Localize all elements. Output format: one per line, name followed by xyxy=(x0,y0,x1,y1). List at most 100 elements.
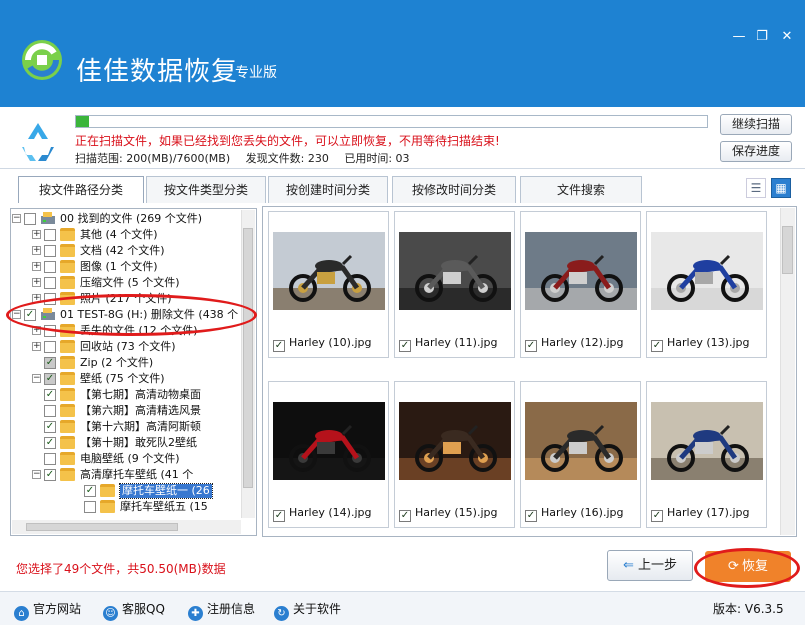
tree-checkbox[interactable]: ✓ xyxy=(44,421,56,433)
thumbnail-caption: ✓ Harley (13).jpg xyxy=(651,336,749,352)
file-checkbox[interactable]: ✓ xyxy=(273,510,285,522)
collapse-icon[interactable]: − xyxy=(12,214,21,223)
thumbnail-card[interactable]: ✓ Harley (15).jpg xyxy=(394,381,515,528)
thumbnail-card[interactable]: ✓ Harley (10).jpg xyxy=(268,211,389,358)
tree-checkbox[interactable] xyxy=(84,501,96,513)
gallery-scroll-thumb[interactable] xyxy=(782,226,793,274)
tree-checkbox[interactable] xyxy=(44,341,56,353)
collapse-icon[interactable]: − xyxy=(32,470,41,479)
tab-by-type[interactable]: 按文件类型分类 xyxy=(146,176,266,203)
maximize-button[interactable]: ❐ xyxy=(750,28,774,46)
close-button[interactable]: ✕ xyxy=(775,28,799,46)
tree-row[interactable]: ✓ 【第十六期】高清阿斯顿 xyxy=(11,419,251,435)
folder-icon xyxy=(60,388,75,401)
file-name: Harley (12).jpg xyxy=(541,336,624,349)
tree-row-label: 【第十六期】高清阿斯顿 xyxy=(80,420,201,433)
tab-file-search[interactable]: 文件搜索 xyxy=(520,176,642,203)
elapsed-time: 已用时间: 03 xyxy=(344,152,410,165)
about-link[interactable]: ↻ 关于软件 xyxy=(274,600,341,621)
expand-icon[interactable]: + xyxy=(32,230,41,239)
tree-row[interactable]: − ✓ 高清摩托车壁纸 (41 个 xyxy=(11,467,251,483)
thumbnail-card[interactable]: ✓ Harley (12).jpg xyxy=(520,211,641,358)
expand-icon[interactable]: + xyxy=(32,342,41,351)
tree-checkbox[interactable]: ✓ xyxy=(44,357,56,369)
tree-row[interactable]: ✓ 摩托车壁纸一 (26 xyxy=(11,483,251,499)
tree-row[interactable]: + 其他 (4 个文件) xyxy=(11,227,251,243)
folder-icon xyxy=(100,500,115,513)
tree-row[interactable]: 【第六期】高清精选风景 xyxy=(11,403,251,419)
register-info-link[interactable]: ✚ 注册信息 xyxy=(188,600,255,621)
tree-row[interactable]: ✓ 【第七期】高清动物桌面 xyxy=(11,387,251,403)
tree-row-label: 其他 (4 个文件) xyxy=(80,228,158,241)
minimize-button[interactable]: — xyxy=(727,28,751,46)
motorcycle-thumbnail xyxy=(651,232,763,310)
thumbnail-card[interactable]: ✓ Harley (13).jpg xyxy=(646,211,767,358)
folder-icon xyxy=(60,372,75,385)
tree-scroll-thumb[interactable] xyxy=(243,228,253,488)
tree-checkbox[interactable]: ✓ xyxy=(44,389,56,401)
file-checkbox[interactable]: ✓ xyxy=(399,340,411,352)
file-checkbox[interactable]: ✓ xyxy=(525,510,537,522)
drive-icon xyxy=(40,211,56,226)
save-progress-button[interactable]: 保存进度 xyxy=(720,141,792,162)
file-checkbox[interactable]: ✓ xyxy=(273,340,285,352)
tree-row-label: 电脑壁纸 (9 个文件) xyxy=(80,452,180,465)
version-label: 版本: V6.3.5 xyxy=(713,602,784,616)
tree-checkbox[interactable] xyxy=(44,229,56,241)
file-checkbox[interactable]: ✓ xyxy=(651,510,663,522)
list-view-icon[interactable]: ☰ xyxy=(746,178,766,198)
thumbnail-caption: ✓ Harley (14).jpg xyxy=(273,506,371,522)
collapse-icon[interactable]: − xyxy=(32,374,41,383)
tree-checkbox[interactable]: ✓ xyxy=(44,373,56,385)
tree-row[interactable]: + 压缩文件 (5 个文件) xyxy=(11,275,251,291)
expand-icon[interactable]: + xyxy=(32,246,41,255)
tree-row[interactable]: ✓ 【第十期】敢死队2壁纸 xyxy=(11,435,251,451)
home-icon: ⌂ xyxy=(14,606,29,621)
tab-by-modified[interactable]: 按修改时间分类 xyxy=(392,176,516,203)
tree-row-label: 【第七期】高清动物桌面 xyxy=(80,388,201,401)
tree-checkbox[interactable] xyxy=(24,213,36,225)
scan-message: 正在扫描文件，如果已经找到您丢失的文件，可以立即恢复，不用等待扫描结束! xyxy=(75,134,500,148)
tree-checkbox[interactable]: ✓ xyxy=(84,485,96,497)
tree-row[interactable]: + 文档 (42 个文件) xyxy=(11,243,251,259)
tree-row[interactable]: + 回收站 (73 个文件) xyxy=(11,339,251,355)
previous-step-label: 上一步 xyxy=(637,558,677,573)
tree-row[interactable]: − 00 找到的文件 (269 个文件) xyxy=(11,211,251,227)
thumbnail-card[interactable]: ✓ Harley (14).jpg xyxy=(268,381,389,528)
folder-icon xyxy=(60,356,75,369)
thumbnail-card[interactable]: ✓ Harley (16).jpg xyxy=(520,381,641,528)
tab-by-path[interactable]: 按文件路径分类 xyxy=(18,176,144,203)
scan-progress-bar xyxy=(75,115,708,128)
register-icon: ✚ xyxy=(188,606,203,621)
expand-icon[interactable]: + xyxy=(32,262,41,271)
support-qq-link[interactable]: ☺ 客服QQ xyxy=(103,600,165,621)
thumbnail-card[interactable]: ✓ Harley (11).jpg xyxy=(394,211,515,358)
tree-row[interactable]: ✓ Zip (2 个文件) xyxy=(11,355,251,371)
expand-icon[interactable]: + xyxy=(32,278,41,287)
thumbnail-caption: ✓ Harley (17).jpg xyxy=(651,506,749,522)
tree-row[interactable]: 摩托车壁纸五 (15 xyxy=(11,499,251,515)
tree-checkbox[interactable] xyxy=(44,245,56,257)
tree-row[interactable]: − ✓ 壁纸 (75 个文件) xyxy=(11,371,251,387)
motorcycle-thumbnail xyxy=(399,232,511,310)
official-site-link[interactable]: ⌂ 官方网站 xyxy=(14,600,81,621)
tree-hscroll-thumb[interactable] xyxy=(26,523,178,531)
tree-checkbox[interactable]: ✓ xyxy=(44,469,56,481)
grid-view-icon[interactable]: ▦ xyxy=(771,178,791,198)
tree-row[interactable]: 电脑壁纸 (9 个文件) xyxy=(11,451,251,467)
about-label: 关于软件 xyxy=(293,602,342,616)
tree-checkbox[interactable]: ✓ xyxy=(44,437,56,449)
file-checkbox[interactable]: ✓ xyxy=(525,340,537,352)
tab-by-created[interactable]: 按创建时间分类 xyxy=(268,176,388,203)
tree-row[interactable]: + 图像 (1 个文件) xyxy=(11,259,251,275)
previous-step-button[interactable]: ⇐ 上一步 xyxy=(607,550,693,581)
tree-checkbox[interactable] xyxy=(44,277,56,289)
tree-row-label: Zip (2 个文件) xyxy=(80,356,154,369)
thumbnail-card[interactable]: ✓ Harley (17).jpg xyxy=(646,381,767,528)
file-checkbox[interactable]: ✓ xyxy=(399,510,411,522)
file-checkbox[interactable]: ✓ xyxy=(651,340,663,352)
tree-checkbox[interactable] xyxy=(44,405,56,417)
tree-checkbox[interactable] xyxy=(44,453,56,465)
continue-scan-button[interactable]: 继续扫描 xyxy=(720,114,792,135)
tree-checkbox[interactable] xyxy=(44,261,56,273)
